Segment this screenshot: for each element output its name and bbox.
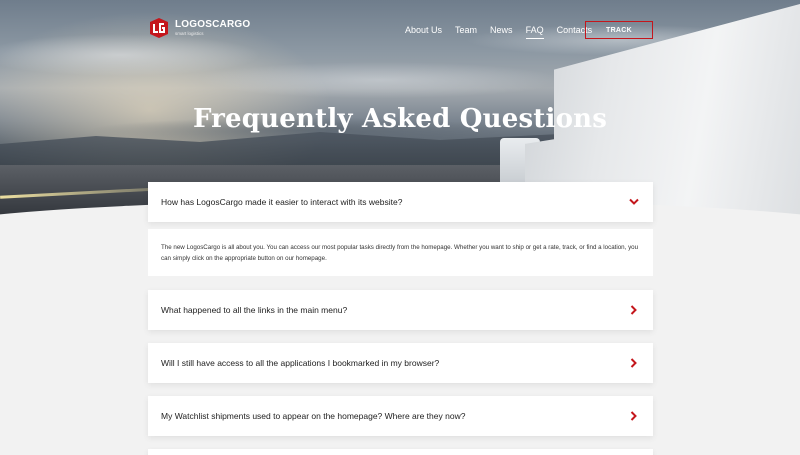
- faq-item[interactable]: What happened to all the links in the ma…: [148, 290, 653, 330]
- logo-name: LOGOSCARGO: [175, 18, 251, 30]
- navbar: LOGOSCARGO smart logistics About Us Team…: [0, 0, 800, 60]
- faq-item[interactable]: My Watchlist shipments used to appear on…: [148, 396, 653, 436]
- faq-question: Will I still have access to all the appl…: [161, 358, 440, 368]
- logo[interactable]: LOGOSCARGO smart logistics: [147, 16, 250, 40]
- faq-item[interactable]: How has LogosCargo made it easier to int…: [148, 182, 653, 222]
- nav-item-team[interactable]: Team: [455, 24, 477, 39]
- faq-item[interactable]: Will I still have access to all the appl…: [148, 343, 653, 383]
- logo-mark-icon: [150, 18, 168, 38]
- nav-item-about-us[interactable]: About Us: [405, 24, 442, 39]
- page-title: Frequently Asked Questions: [192, 104, 608, 134]
- faq-question-row[interactable]: Will I still have access to all the appl…: [148, 343, 653, 383]
- faq-question-row[interactable]: How has LogosCargo made it easier to int…: [148, 182, 653, 222]
- chevron-down-icon[interactable]: [628, 196, 640, 208]
- nav-item-faq[interactable]: FAQ: [525, 24, 544, 39]
- chevron-right-icon[interactable]: [628, 357, 640, 369]
- chevron-right-icon[interactable]: [628, 410, 640, 422]
- faq-question: My Watchlist shipments used to appear on…: [161, 411, 466, 421]
- track-button[interactable]: TRACK: [585, 21, 653, 39]
- faq-item-partial[interactable]: [148, 449, 653, 455]
- nav-item-news[interactable]: News: [490, 24, 513, 39]
- faq-answer: The new LogosCargo is all about you. You…: [148, 229, 653, 276]
- faq-question-row[interactable]: My Watchlist shipments used to appear on…: [148, 396, 653, 436]
- logo-tagline: smart logistics: [175, 30, 204, 36]
- faq-question: How has LogosCargo made it easier to int…: [161, 197, 403, 207]
- logo-text: LOGOSCARGO smart logistics: [175, 18, 251, 37]
- main-nav: About Us Team News FAQ Contacts: [405, 24, 605, 39]
- chevron-right-icon[interactable]: [628, 304, 640, 316]
- faq-question-row[interactable]: What happened to all the links in the ma…: [148, 290, 653, 330]
- faq-question: What happened to all the links in the ma…: [161, 305, 348, 315]
